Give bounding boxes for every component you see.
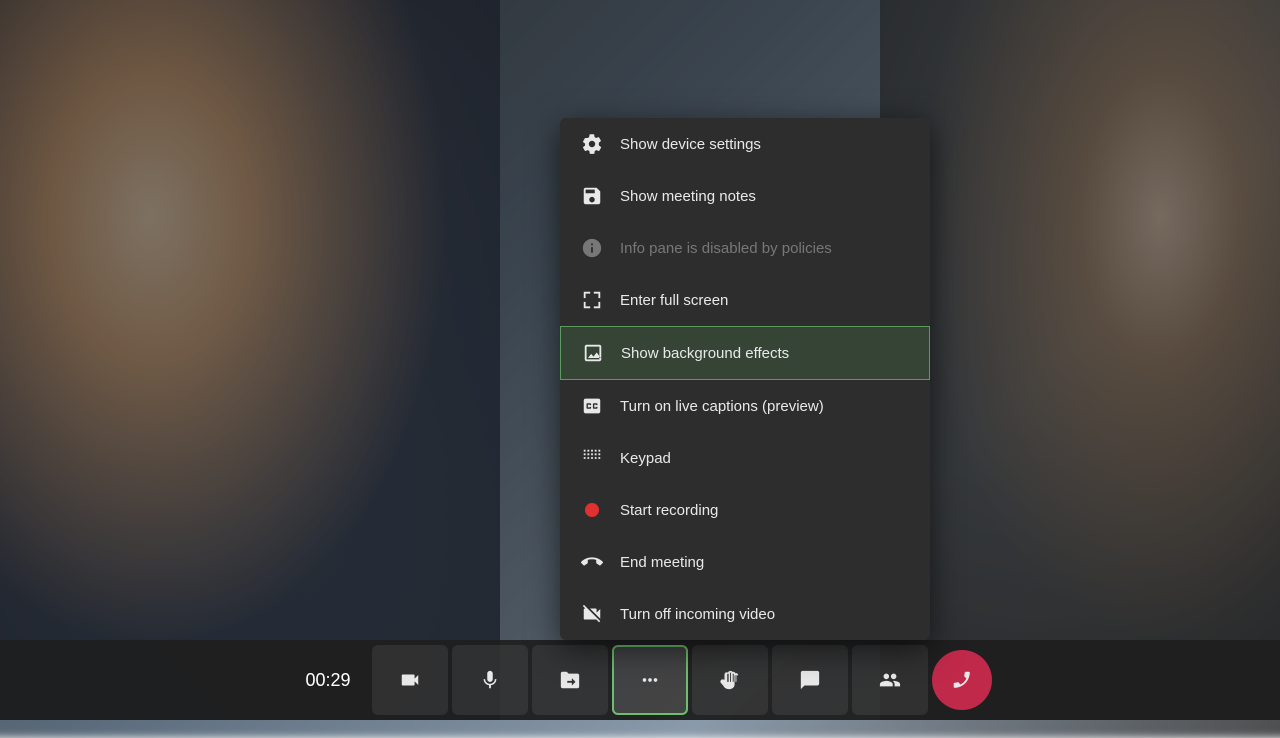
mic-icon [478,668,502,692]
participants-icon [878,668,902,692]
toolbar: 00:29 [0,640,1280,720]
end-call-icon [950,668,974,692]
more-button[interactable] [612,645,688,715]
share-button[interactable] [532,645,608,715]
raise-hand-button[interactable] [692,645,768,715]
menu-label-turn-off-video: Turn off incoming video [620,606,775,623]
menu-item-meeting-notes[interactable]: Show meeting notes [560,170,930,222]
menu-label-info-pane: Info pane is disabled by policies [620,240,832,257]
menu-label-device-settings: Show device settings [620,136,761,153]
share-icon [558,668,582,692]
chat-icon [798,668,822,692]
end-call-button[interactable] [932,650,992,710]
menu-item-captions[interactable]: Turn on live captions (preview) [560,380,930,432]
menu-item-keypad[interactable]: Keypad [560,432,930,484]
participants-button[interactable] [852,645,928,715]
menu-item-info-pane: Info pane is disabled by policies [560,222,930,274]
notes-icon [580,184,604,208]
menu-label-meeting-notes: Show meeting notes [620,188,756,205]
menu-item-bg-effects[interactable]: Show background effects [560,326,930,380]
raise-hand-icon [718,668,742,692]
more-icon [638,668,662,692]
menu-label-bg-effects: Show background effects [621,345,789,362]
call-timer: 00:29 [288,670,368,691]
keypad-icon [580,446,604,470]
gear-icon [580,132,604,156]
menu-item-device-settings[interactable]: Show device settings [560,118,930,170]
menu-label-end-meeting: End meeting [620,554,704,571]
camera-button[interactable] [372,645,448,715]
info-icon [580,236,604,260]
menu-label-fullscreen: Enter full screen [620,292,728,309]
menu-item-recording[interactable]: Start recording [560,484,930,536]
chat-button[interactable] [772,645,848,715]
bg-icon [581,341,605,365]
menu-item-turn-off-video[interactable]: Turn off incoming video [560,588,930,640]
menu-label-recording: Start recording [620,502,718,519]
menu-item-end-meeting[interactable]: End meeting [560,536,930,588]
end-icon [580,550,604,574]
fullscreen-icon [580,288,604,312]
context-menu: Show device settings Show meeting notes … [560,118,930,640]
record-icon [580,498,604,522]
video-off-icon [580,602,604,626]
menu-label-captions: Turn on live captions (preview) [620,398,824,415]
menu-label-keypad: Keypad [620,450,671,467]
mic-button[interactable] [452,645,528,715]
camera-icon [398,668,422,692]
captions-icon [580,394,604,418]
menu-item-fullscreen[interactable]: Enter full screen [560,274,930,326]
